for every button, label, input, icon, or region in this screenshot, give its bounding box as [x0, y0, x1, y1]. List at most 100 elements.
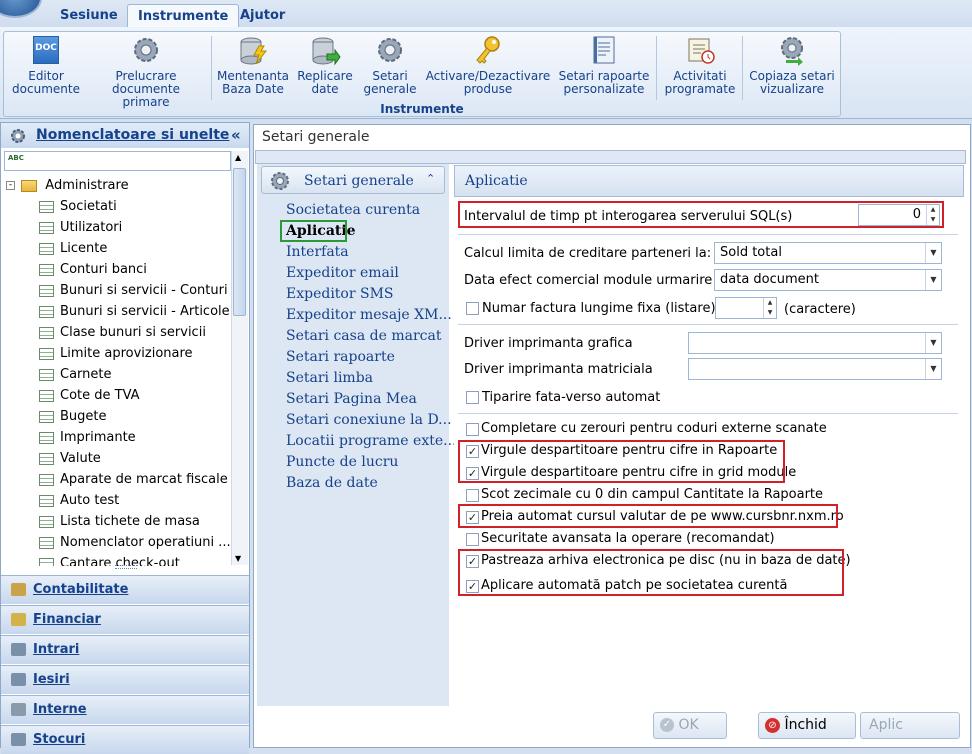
settings-nav-link[interactable]: Expeditor SMS — [286, 286, 394, 302]
tree-item[interactable]: Bunuri si servicii - Articole — [39, 301, 230, 322]
selected-link-highlight — [280, 220, 347, 242]
setari-rapoarte-personalizate-button[interactable]: Setari rapoarte personalizate — [556, 34, 652, 104]
mentenanta-baza-date-button[interactable]: Mentenanta Baza Date — [216, 34, 290, 104]
nav-button-stocuri[interactable]: Stocuri — [1, 725, 249, 754]
editor-documente-button[interactable]: DOC Editor documente — [8, 34, 84, 104]
tree-item[interactable]: Societati — [39, 196, 117, 217]
settings-nav-link[interactable]: Societatea curenta — [286, 202, 420, 218]
chevron-down-icon[interactable]: ▼ — [925, 243, 941, 263]
replicare-date-button[interactable]: Replicare date — [294, 34, 356, 104]
highlight-box — [458, 549, 844, 596]
tab-instrumente[interactable]: Instrumente — [127, 4, 240, 28]
invoice-fixed-checkbox[interactable] — [466, 302, 479, 315]
tree-item[interactable]: Licente — [39, 238, 107, 259]
tree-item[interactable]: Clase bunuri si servicii — [39, 322, 206, 343]
settings-nav-link[interactable]: Setari Pagina Mea — [286, 391, 417, 407]
tree-item[interactable]: Limite aprovizionare — [39, 343, 193, 364]
tree-item-label: Nomenclator operatiuni ... — [60, 535, 230, 550]
chevron-down-icon[interactable]: ▼ — [925, 359, 941, 379]
effect-date-select[interactable]: data document ▼ — [714, 269, 942, 291]
option-label: Completare cu zerouri pentru coduri exte… — [481, 421, 827, 436]
settings-nav-link[interactable]: Baza de date — [286, 475, 378, 491]
button-label: Baza Date — [222, 82, 284, 96]
tab-sesiune[interactable]: Sesiune — [50, 4, 128, 28]
cancel-icon: ⊘ — [765, 717, 780, 733]
invoice-length-input[interactable]: ▲ ▼ — [715, 297, 777, 319]
settings-nav-link[interactable]: Expeditor email — [286, 265, 399, 281]
scroll-down-icon[interactable]: ▼ — [235, 554, 241, 563]
tree-item[interactable]: Carnete — [39, 364, 112, 385]
activare-dezactivare-produse-button[interactable]: Activare/Dezactivare produse — [424, 34, 552, 104]
settings-nav-link[interactable]: Expeditor mesaje XM... — [286, 307, 452, 323]
option-checkbox[interactable] — [466, 533, 479, 546]
nav-button-intrari[interactable]: Intrari — [1, 635, 249, 664]
gear-icon — [130, 34, 162, 66]
settings-nav-link[interactable]: Puncte de lucru — [286, 454, 398, 470]
content-toolbar — [255, 150, 966, 164]
tree-search-input[interactable]: ABC — [4, 151, 231, 171]
collapse-panel-button[interactable]: « — [231, 126, 241, 144]
graphic-printer-select[interactable]: ▼ — [688, 332, 942, 354]
tree-item[interactable]: Imprimante — [39, 427, 136, 448]
tree-item[interactable]: Cantare check-out — [39, 553, 180, 566]
tree-item[interactable]: Aparate de marcat fiscale — [39, 469, 228, 490]
tree-item[interactable]: Conturi banci — [39, 259, 147, 280]
module-icon — [11, 643, 26, 656]
settings-nav-link[interactable]: Setari casa de marcat — [286, 328, 441, 344]
button-label: generale — [363, 82, 417, 96]
collapse-icon[interactable]: - — [6, 181, 15, 190]
settings-nav-link[interactable]: Setari limba — [286, 370, 373, 386]
tree-item[interactable]: Auto test — [39, 490, 119, 511]
apply-button[interactable]: Aplic — [860, 712, 960, 739]
splitter-grip[interactable] — [115, 565, 137, 569]
chevron-down-icon[interactable]: ▼ — [925, 270, 941, 290]
copiaza-setari-vizualizare-button[interactable]: Copiaza setari vizualizare — [746, 34, 838, 104]
spinner-arrows-icon[interactable]: ▲ ▼ — [763, 298, 776, 318]
matrix-printer-select[interactable]: ▼ — [688, 358, 942, 380]
nav-button-financiar[interactable]: Financiar — [1, 605, 249, 634]
nav-button-label: Stocuri — [33, 732, 86, 747]
duplex-checkbox[interactable] — [466, 391, 479, 404]
tree-scroll-thumb[interactable] — [233, 168, 246, 316]
settings-nav-header[interactable]: Setari generale ⌃ — [261, 166, 445, 194]
settings-nav-link[interactable]: Locatii programe exte... — [286, 433, 456, 449]
doc-icon: DOC — [30, 34, 62, 66]
settings-nav-link[interactable]: Setari rapoarte — [286, 349, 395, 365]
close-button[interactable]: ⊘ Închid — [758, 712, 856, 739]
chevron-down-icon[interactable]: ▼ — [925, 333, 941, 353]
option-checkbox[interactable] — [466, 489, 479, 502]
nav-button-contabilitate[interactable]: Contabilitate — [1, 575, 249, 604]
nav-button-interne[interactable]: Interne — [1, 695, 249, 724]
tree-item[interactable]: Utilizatori — [39, 217, 122, 238]
nav-button-iesiri[interactable]: Iesiri — [1, 665, 249, 694]
option-checkbox[interactable] — [466, 423, 479, 436]
tab-ajutor[interactable]: Ajutor — [230, 4, 295, 28]
tree-item[interactable]: Lista tichete de masa — [39, 511, 200, 532]
settings-nav-link[interactable]: Setari conexiune la D... — [286, 412, 452, 428]
ok-button[interactable]: ✓ OK — [653, 712, 727, 739]
tree-item-label: Aparate de marcat fiscale — [60, 472, 228, 487]
tree-item[interactable]: Nomenclator operatiuni ... — [39, 532, 230, 553]
credit-limit-select[interactable]: Sold total ▼ — [714, 242, 942, 264]
ribbon-group-label: Instrumente — [380, 102, 464, 116]
ribbon-separator — [211, 36, 212, 100]
grid-icon — [39, 452, 54, 465]
scroll-up-icon[interactable]: ▲ — [235, 153, 241, 162]
tree-item[interactable]: Valute — [39, 448, 101, 469]
tree-item[interactable]: Cote de TVA — [39, 385, 140, 406]
grid-icon — [39, 326, 54, 339]
tree-item[interactable]: Bunuri si servicii - Conturi — [39, 280, 228, 301]
tree-item[interactable]: Bugete — [39, 406, 107, 427]
activitati-programate-button[interactable]: Activitati programate — [662, 34, 738, 104]
key-icon — [472, 34, 504, 66]
nav-button-label: Contabilitate — [33, 582, 129, 597]
grid-icon — [39, 368, 54, 381]
chevron-up-icon[interactable]: ⌃ — [426, 172, 435, 185]
settings-nav-link[interactable]: Interfata — [286, 244, 349, 260]
setari-generale-button[interactable]: Setari generale — [360, 34, 420, 104]
prelucrare-documente-button[interactable]: Prelucrare documente primare — [88, 34, 204, 109]
tree-node-administrare[interactable]: - Administrare — [6, 175, 129, 196]
close-button-label: Închid — [784, 717, 827, 733]
content-title: Setari generale — [262, 129, 370, 145]
gear-icon — [374, 34, 406, 66]
